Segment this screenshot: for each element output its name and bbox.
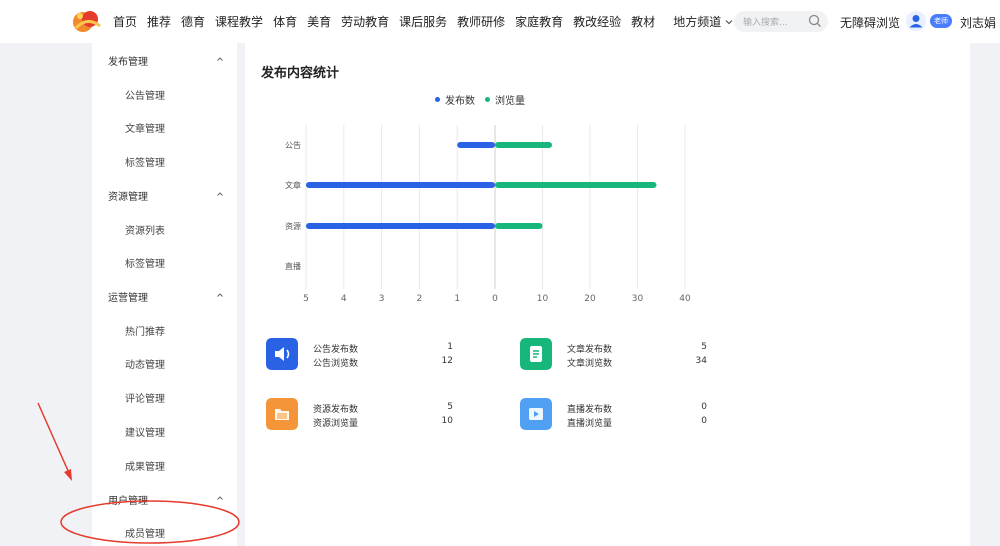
sidebar-item-resource-list[interactable]: 资源列表 [125,222,165,237]
stat-card-live: 直播发布数 0 直播浏览量 0 [520,398,710,432]
chevron-up-icon[interactable] [216,494,224,502]
x-tick-label: 4 [341,294,347,304]
nav-item-curriculum[interactable]: 课程教学 [215,13,263,30]
main-panel: 发布内容统计 发布数 浏览量 5 4 3 2 1 0 10 20 30 40 公告 文章 资源 直播 公告… [245,43,970,546]
stat-value: 1 [447,342,453,352]
nav-item-recommend[interactable]: 推荐 [147,13,171,30]
publish-stats-chart: 5 4 3 2 1 0 10 20 30 40公告文章资源直播 [285,125,691,304]
x-tick-label: 10 [537,294,549,304]
top-header: 首页 推荐 德育 课程教学 体育 美育 劳动教育 课后服务 教师研修 家庭教育 … [0,0,1000,43]
sidebar-item-tags[interactable]: 标签管理 [125,154,165,169]
stat-value: 5 [701,342,707,352]
x-tick-label: 0 [492,294,498,304]
search-placeholder: 输入搜索... [743,18,788,28]
nav-item-family[interactable]: 家庭教育 [515,13,563,30]
sidebar-item-resource-tags[interactable]: 标签管理 [125,255,165,270]
x-tick-label: 5 [303,294,309,304]
nav-item-reform[interactable]: 教改经验 [573,13,621,30]
stat-label: 资源浏览量 [313,419,359,429]
x-tick-label: 2 [417,294,423,304]
stat-card-article: 文章发布数 5 文章浏览数 34 [520,338,710,372]
chevron-up-icon[interactable] [216,190,224,198]
x-tick-label: 20 [584,294,596,304]
nav-item-home[interactable]: 首页 [113,13,137,30]
main-nav: 首页 推荐 德育 课程教学 体育 美育 劳动教育 课后服务 教师研修 家庭教育 … [113,0,743,43]
sidebar-group-users[interactable]: 用户管理 [108,492,148,507]
bar-publish [306,182,495,188]
stat-label: 直播发布数 [567,405,613,415]
stat-value: 12 [441,356,453,366]
stat-label: 公告浏览数 [313,359,359,369]
sidebar-group-operation[interactable]: 运营管理 [108,289,148,304]
annotation-arrowhead [64,469,72,481]
speaker-icon [266,338,298,370]
search-icon[interactable] [808,14,822,28]
stat-label: 资源发布数 [313,405,359,415]
sidebar-group-publish[interactable]: 发布管理 [108,53,148,68]
stat-value: 0 [701,416,707,426]
category-label: 公告 [285,140,301,150]
sidebar-item-comments[interactable]: 评论管理 [125,390,165,405]
nav-item-teacher-training[interactable]: 教师研修 [457,13,505,30]
stat-value: 0 [701,402,707,412]
chevron-up-icon[interactable] [216,55,224,63]
document-icon [520,338,552,370]
sidebar-item-hot-recommend[interactable]: 热门推荐 [125,323,165,338]
nav-item-sports[interactable]: 体育 [273,13,297,30]
stat-label: 公告发布数 [313,345,359,355]
stat-value: 5 [447,402,453,412]
stat-card-announcement: 公告发布数 1 公告浏览数 12 [266,338,456,372]
local-channel-label: 地方频道 [673,15,722,29]
stat-value: 34 [695,356,707,366]
sidebar-item-announcement[interactable]: 公告管理 [125,87,165,102]
nav-item-arts[interactable]: 美育 [307,13,331,30]
bar-publish [306,223,495,229]
user-name[interactable]: 刘志娟 [960,14,996,31]
sidebar-item-achievements[interactable]: 成果管理 [125,458,165,473]
annotation-arrow [37,402,70,474]
accessibility-link[interactable]: 无障碍浏览 [840,14,900,31]
bar-views [495,223,543,229]
nav-item-labor[interactable]: 劳动教育 [341,13,389,30]
chevron-down-icon [725,19,733,24]
user-avatar-icon[interactable] [906,11,926,31]
site-logo[interactable] [70,8,104,34]
category-label: 直播 [285,261,301,271]
stat-label: 直播浏览量 [567,419,613,429]
stat-label: 文章发布数 [567,345,613,355]
sidebar-item-members[interactable]: 成员管理 [125,525,165,540]
x-tick-label: 30 [632,294,644,304]
x-tick-label: 3 [379,294,385,304]
sidebar-item-feed[interactable]: 动态管理 [125,356,165,371]
nav-item-afterschool[interactable]: 课后服务 [399,13,447,30]
nav-item-moral[interactable]: 德育 [181,13,205,30]
role-badge: 老师 [930,14,952,28]
folder-icon [266,398,298,430]
stat-card-resource: 资源发布数 5 资源浏览量 10 [266,398,456,432]
search-input[interactable]: 输入搜索... [734,11,828,32]
nav-item-textbook[interactable]: 教材 [631,13,655,30]
x-tick-label: 1 [454,294,460,304]
bar-publish [457,142,495,148]
sidebar-item-suggestions[interactable]: 建议管理 [125,424,165,439]
local-channel-dropdown[interactable]: 地方频道 [673,13,733,30]
sidebar-group-resource[interactable]: 资源管理 [108,188,148,203]
x-tick-label: 40 [679,294,691,304]
sidebar: 发布管理 公告管理 文章管理 标签管理 资源管理 资源列表 标签管理 运营管理 … [92,43,237,546]
stat-label: 文章浏览数 [567,359,613,369]
bar-views [495,142,552,148]
stat-value: 10 [441,416,453,426]
video-icon [520,398,552,430]
category-label: 资源 [285,221,301,231]
chevron-up-icon[interactable] [216,291,224,299]
sidebar-item-article[interactable]: 文章管理 [125,120,165,135]
bar-views [495,182,657,188]
category-label: 文章 [285,180,301,190]
